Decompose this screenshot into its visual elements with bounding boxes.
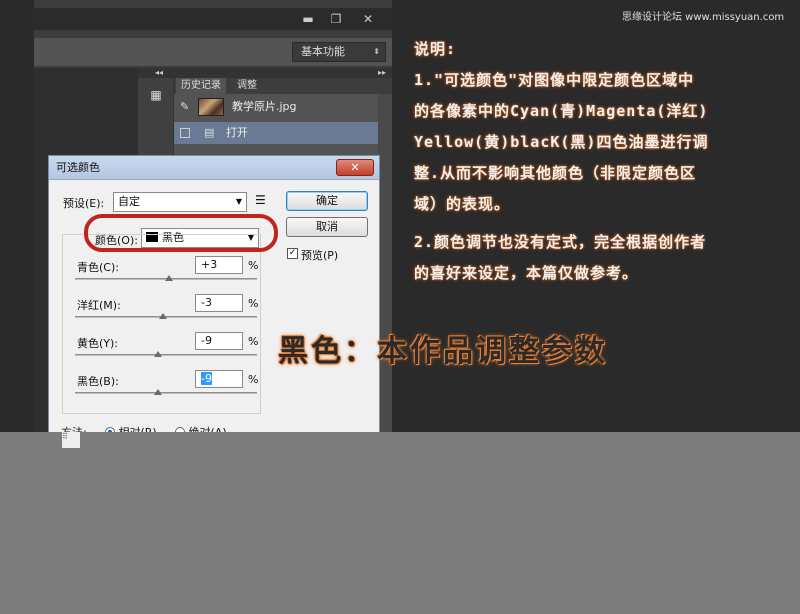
black-label: 黑色(B):	[77, 375, 119, 388]
preset-select[interactable]: 自定 ▼	[113, 192, 247, 212]
close-window-button[interactable]: ✕	[354, 11, 382, 27]
restore-button[interactable]: ❐	[322, 11, 350, 27]
magenta-label: 洋红(M):	[77, 299, 121, 312]
yellow-value: -9	[201, 334, 212, 347]
resize-grip-icon: ⠿	[62, 432, 80, 448]
collapse-panels-button[interactable]: ▸▸	[174, 68, 392, 78]
ps-left-edge	[0, 0, 34, 432]
expand-panels-button[interactable]: ◂◂	[138, 68, 173, 78]
snapshot-thumbnail	[198, 98, 224, 116]
tutorial-line-2: 的各像素中的Cyan(青)Magenta(洋红)	[414, 102, 709, 120]
magenta-unit: %	[248, 297, 259, 310]
document-icon: ▤	[204, 126, 215, 139]
yellow-label: 黄色(Y):	[77, 337, 119, 350]
watermark: 思缘设计论坛 www.missyuan.com	[622, 12, 785, 23]
history-brush-icon: ✎	[180, 100, 190, 113]
cyan-slider-handle[interactable]	[164, 275, 173, 281]
snapshot-label: 教学原片.jpg	[232, 100, 297, 113]
cyan-value: +3	[201, 258, 218, 271]
magenta-input[interactable]: -3	[195, 294, 243, 312]
step-label: 打开	[226, 126, 248, 139]
tutorial-line-5: 域）的表现。	[414, 195, 511, 213]
preview-label: 预览(P)	[301, 249, 339, 262]
tab-history[interactable]: 历史记录	[176, 78, 226, 94]
preview-checkbox[interactable]: ✓	[287, 248, 298, 259]
yellow-slider-handle[interactable]	[153, 351, 162, 357]
cyan-unit: %	[248, 259, 259, 272]
window-titlebar: ▬ ❐ ✕	[34, 8, 392, 30]
preset-label: 预设(E):	[63, 197, 105, 210]
cyan-input[interactable]: +3	[195, 256, 243, 274]
tutorial-big-title: 黑色：本作品调整参数	[278, 334, 608, 369]
tutorial-line-7: 的喜好来设定，本篇仅做参考。	[414, 264, 639, 282]
history-source-box[interactable]	[180, 128, 190, 138]
black-input[interactable]: -9	[195, 370, 243, 388]
preset-options-icon[interactable]: ☰	[255, 193, 266, 207]
yellow-unit: %	[248, 335, 259, 348]
yellow-slider-track[interactable]	[75, 354, 257, 356]
tutorial-line-1: 1."可选颜色"对图像中限定颜色区域中	[414, 71, 695, 89]
black-slider-handle[interactable]	[153, 389, 162, 395]
updown-icon: ⬍	[373, 47, 380, 56]
bottom-gray-area	[0, 432, 800, 614]
magenta-value: -3	[201, 296, 212, 309]
history-step-row[interactable]: ▤ 打开	[174, 122, 378, 144]
history-panel-icon[interactable]: ▦	[146, 88, 166, 106]
selective-color-dialog: 可选颜色 ✕ 预设(E): 自定 ▼ ☰ 确定 取消 ✓ 预览(P) 颜色(O)…	[48, 155, 380, 450]
chevron-down-icon: ▼	[235, 197, 242, 206]
tutorial-line-3: Yellow(黄)blacK(黑)四色油墨进行调	[414, 133, 709, 151]
workspace-value: 基本功能	[301, 45, 345, 58]
dialog-title: 可选颜色	[56, 161, 100, 174]
yellow-input[interactable]: -9	[195, 332, 243, 350]
black-slider-track[interactable]	[75, 392, 257, 394]
tutorial-line-4: 整.从而不影响其他颜色（非限定颜色区	[414, 164, 697, 182]
tab-adjust[interactable]: 调整	[232, 78, 262, 94]
panel-scrollbar[interactable]	[378, 94, 392, 432]
panel-tabs: 历史记录 调整	[174, 78, 392, 94]
black-unit: %	[248, 373, 259, 386]
ok-button[interactable]: 确定	[286, 191, 368, 211]
history-snapshot-row[interactable]: ✎ 教学原片.jpg	[174, 96, 378, 118]
workspace-select[interactable]: 基本功能 ⬍	[292, 42, 386, 62]
tutorial-heading: 说明:	[414, 40, 457, 58]
magenta-slider-handle[interactable]	[159, 313, 168, 319]
black-value: -9	[201, 372, 212, 385]
cancel-button[interactable]: 取消	[286, 217, 368, 237]
highlight-ring	[84, 214, 278, 252]
dialog-close-button[interactable]: ✕	[336, 159, 374, 176]
options-bar: 基本功能 ⬍	[34, 38, 392, 66]
minimize-button[interactable]: ▬	[294, 11, 322, 27]
dialog-titlebar: 可选颜色 ✕	[49, 156, 379, 180]
preset-value: 自定	[118, 195, 140, 208]
tutorial-line-6: 2.颜色调节也没有定式，完全根据创作者	[414, 233, 707, 251]
cyan-label: 青色(C):	[77, 261, 119, 274]
